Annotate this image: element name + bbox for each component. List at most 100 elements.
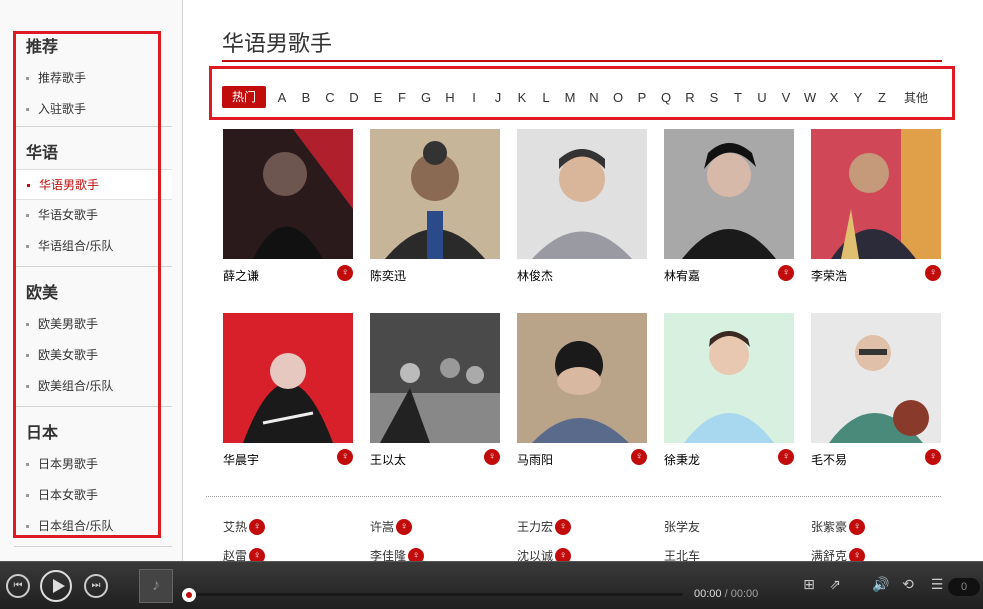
filter-hot-button[interactable]: 热门	[222, 86, 266, 108]
artist-account-icon[interactable]: ♀	[249, 518, 266, 535]
filter-letter-v[interactable]: V	[774, 90, 798, 105]
list-item[interactable]: 艾热 ♀	[223, 518, 370, 535]
filter-letter-h[interactable]: H	[438, 90, 462, 105]
filter-letter-k[interactable]: K	[510, 90, 534, 105]
artist-photo[interactable]	[664, 313, 794, 443]
artist-name[interactable]: 林宥嘉	[664, 267, 700, 284]
artist-account-icon[interactable]: ♀	[337, 265, 353, 281]
artist-account-icon[interactable]: ♀	[484, 449, 500, 465]
sidebar-item-chinese-female[interactable]: 华语女歌手	[14, 200, 172, 231]
sidebar-item-chinese-band[interactable]: 华语组合/乐队	[14, 231, 172, 262]
filter-letter-m[interactable]: M	[558, 90, 582, 105]
filter-letter-r[interactable]: R	[678, 90, 702, 105]
filter-letter-p[interactable]: P	[630, 90, 654, 105]
list-item[interactable]: 张学友	[664, 518, 811, 535]
list-item[interactable]: 许嵩 ♀	[370, 518, 517, 535]
artist-photo[interactable]	[223, 313, 353, 443]
list-item[interactable]: 张紫豪 ♀	[811, 518, 958, 535]
loop-mode-icon[interactable]: ⟲	[899, 575, 917, 593]
artist-photo[interactable]	[370, 313, 500, 443]
artist-account-icon[interactable]: ♀	[631, 449, 647, 465]
artist-card[interactable]: 华晨宇 ♀	[223, 313, 353, 467]
list-item[interactable]: 王力宏 ♀	[517, 518, 664, 535]
share-icon[interactable]: ⇗	[826, 575, 844, 593]
sidebar: 推荐 推荐歌手 入驻歌手 华语 华语男歌手 华语女歌手 华语组合/乐队 欧美 欧…	[0, 0, 183, 570]
filter-letter-g[interactable]: G	[414, 90, 438, 105]
filter-letter-y[interactable]: Y	[846, 90, 870, 105]
progress-track[interactable]	[188, 593, 683, 596]
sidebar-item-japan-female[interactable]: 日本女歌手	[14, 480, 172, 511]
artist-photo[interactable]	[517, 129, 647, 259]
artist-card[interactable]: 李荣浩 ♀	[811, 129, 941, 283]
filter-letter-a[interactable]: A	[270, 90, 294, 105]
artist-account-icon[interactable]: ♀	[555, 518, 572, 535]
filter-letter-t[interactable]: T	[726, 90, 750, 105]
artist-card[interactable]: 王以太 ♀	[370, 313, 500, 467]
artist-name[interactable]: 林俊杰	[517, 267, 553, 284]
filter-letter-u[interactable]: U	[750, 90, 774, 105]
filter-letter-n[interactable]: N	[582, 90, 606, 105]
progress-handle[interactable]	[182, 588, 196, 602]
artist-photo[interactable]	[223, 129, 353, 259]
artist-name[interactable]: 华晨宇	[223, 451, 259, 468]
add-to-playlist-icon[interactable]: ⊞	[800, 575, 818, 593]
sidebar-item-japan-male[interactable]: 日本男歌手	[14, 449, 172, 480]
filter-letter-s[interactable]: S	[702, 90, 726, 105]
sidebar-item-japan-band[interactable]: 日本组合/乐队	[14, 511, 172, 542]
volume-icon[interactable]: 🔊	[872, 575, 890, 593]
previous-track-button[interactable]: ⏮	[6, 574, 30, 598]
filter-letter-i[interactable]: I	[462, 90, 486, 105]
artist-name[interactable]: 陈奕迅	[370, 267, 406, 284]
sidebar-item-western-female[interactable]: 欧美女歌手	[14, 340, 172, 371]
play-button[interactable]	[40, 570, 72, 602]
playlist-count[interactable]: 0	[948, 578, 980, 596]
sidebar-item-chinese-male[interactable]: 华语男歌手	[14, 169, 172, 200]
filter-letter-q[interactable]: Q	[654, 90, 678, 105]
artist-card[interactable]: 陈奕迅	[370, 129, 500, 283]
artist-account-icon[interactable]: ♀	[849, 518, 866, 535]
artist-name[interactable]: 王以太	[370, 451, 406, 468]
artist-name[interactable]: 薛之谦	[223, 267, 259, 284]
artist-name[interactable]: 徐秉龙	[664, 451, 700, 468]
filter-letter-x[interactable]: X	[822, 90, 846, 105]
filter-letter-l[interactable]: L	[534, 90, 558, 105]
artist-name[interactable]: 毛不易	[811, 451, 847, 468]
sidebar-item-western-male[interactable]: 欧美男歌手	[14, 309, 172, 340]
sidebar-item-resident-artists[interactable]: 入驻歌手	[14, 94, 172, 125]
artist-card[interactable]: 徐秉龙 ♀	[664, 313, 794, 467]
artist-account-icon[interactable]: ♀	[778, 265, 794, 281]
filter-other-button[interactable]: 其他	[904, 89, 928, 106]
filter-letter-d[interactable]: D	[342, 90, 366, 105]
artist-photo[interactable]	[811, 313, 941, 443]
sidebar-item-recommended-artists[interactable]: 推荐歌手	[14, 63, 172, 94]
artist-account-icon[interactable]: ♀	[925, 449, 941, 465]
sidebar-group-recommend: 推荐 推荐歌手 入驻歌手	[14, 33, 172, 125]
playlist-icon[interactable]: ☰	[928, 575, 946, 593]
artist-card[interactable]: 林俊杰	[517, 129, 647, 283]
artist-account-icon[interactable]: ♀	[396, 518, 413, 535]
artist-photo[interactable]	[811, 129, 941, 259]
filter-letter-b[interactable]: B	[294, 90, 318, 105]
artist-name[interactable]: 李荣浩	[811, 267, 847, 284]
filter-letter-f[interactable]: F	[390, 90, 414, 105]
filter-letter-w[interactable]: W	[798, 90, 822, 105]
artist-card[interactable]: 林宥嘉 ♀	[664, 129, 794, 283]
artist-photo[interactable]	[370, 129, 500, 259]
artist-name[interactable]: 马雨阳	[517, 451, 553, 468]
filter-letter-z[interactable]: Z	[870, 90, 894, 105]
artist-account-icon[interactable]: ♀	[778, 449, 794, 465]
artist-card[interactable]: 毛不易 ♀	[811, 313, 941, 467]
artist-account-icon[interactable]: ♀	[337, 449, 353, 465]
artist-card[interactable]: 马雨阳 ♀	[517, 313, 647, 467]
sidebar-item-western-band[interactable]: 欧美组合/乐队	[14, 371, 172, 402]
filter-letter-e[interactable]: E	[366, 90, 390, 105]
filter-letter-o[interactable]: O	[606, 90, 630, 105]
artist-card[interactable]: 薛之谦 ♀	[223, 129, 353, 283]
album-cover-placeholder[interactable]: ♪	[139, 569, 173, 603]
next-track-button[interactable]: ⏭	[84, 574, 108, 598]
filter-letter-j[interactable]: J	[486, 90, 510, 105]
artist-photo[interactable]	[517, 313, 647, 443]
artist-photo[interactable]	[664, 129, 794, 259]
artist-account-icon[interactable]: ♀	[925, 265, 941, 281]
filter-letter-c[interactable]: C	[318, 90, 342, 105]
